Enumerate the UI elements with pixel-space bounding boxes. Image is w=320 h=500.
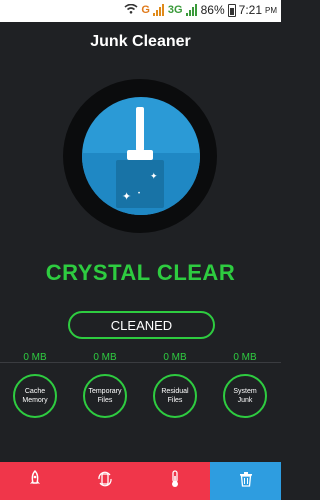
cache-memory-label-line2: Memory: [22, 397, 48, 404]
bottom-nav: [0, 462, 281, 500]
rocket-icon: [27, 469, 43, 493]
trash-icon: [239, 471, 253, 492]
brush-handle-icon: [136, 107, 144, 151]
nav-phone-boost[interactable]: [70, 462, 140, 500]
temporary-files-label-line2: Files: [97, 397, 113, 404]
residual-files-label-line1: Residual: [161, 388, 189, 395]
sparkle-icon: •: [138, 191, 141, 197]
status-headline: CRYSTAL CLEAR: [45, 260, 236, 285]
nav-junk-cleaner[interactable]: [210, 462, 281, 500]
temporary-files-button[interactable]: Temporary Files: [83, 374, 127, 418]
signal-icon: [152, 4, 165, 16]
nav-cpu-cooler[interactable]: [140, 462, 210, 500]
page-title: Junk Cleaner: [90, 33, 191, 50]
sparkle-icon: ✦: [122, 191, 132, 203]
nav-rocket[interactable]: [0, 462, 70, 500]
cache-memory-button[interactable]: Cache Memory: [13, 374, 57, 418]
brush-collar-icon: [127, 150, 153, 160]
battery-icon: [227, 3, 236, 17]
system-junk-button[interactable]: System Junk: [223, 374, 267, 418]
clock-ampm: PM: [265, 5, 277, 15]
status-bar: G 3G 86% 7:21 PM: [0, 0, 281, 22]
network-type-3g: 3G: [167, 4, 183, 16]
system-junk-label-line2: Junk: [237, 397, 253, 404]
status-right: G 3G 86% 7:21 PM: [124, 3, 277, 17]
residual-files-size: 0 MB: [163, 352, 187, 363]
temporary-files-size: 0 MB: [93, 352, 117, 363]
cache-memory-size: 0 MB: [23, 352, 47, 363]
residual-files-button[interactable]: Residual Files: [153, 374, 197, 418]
signal-icon-2: [185, 4, 198, 16]
system-junk-size: 0 MB: [233, 352, 257, 363]
battery-percent: 86%: [200, 3, 225, 17]
system-junk-label-line1: System: [233, 388, 257, 395]
temporary-files-label-line1: Temporary: [88, 388, 122, 395]
residual-files-label-line2: Files: [167, 397, 183, 404]
cache-memory-label-line1: Cache: [24, 388, 46, 395]
network-type-g: G: [141, 4, 150, 16]
sparkle-icon: ✦: [150, 171, 158, 181]
phone-refresh-icon: [96, 470, 114, 493]
clock-time: 7:21: [238, 3, 262, 17]
thermometer-icon: [169, 469, 181, 493]
cleaned-button[interactable]: CLEANED: [68, 311, 215, 339]
wifi-icon: [124, 3, 138, 17]
